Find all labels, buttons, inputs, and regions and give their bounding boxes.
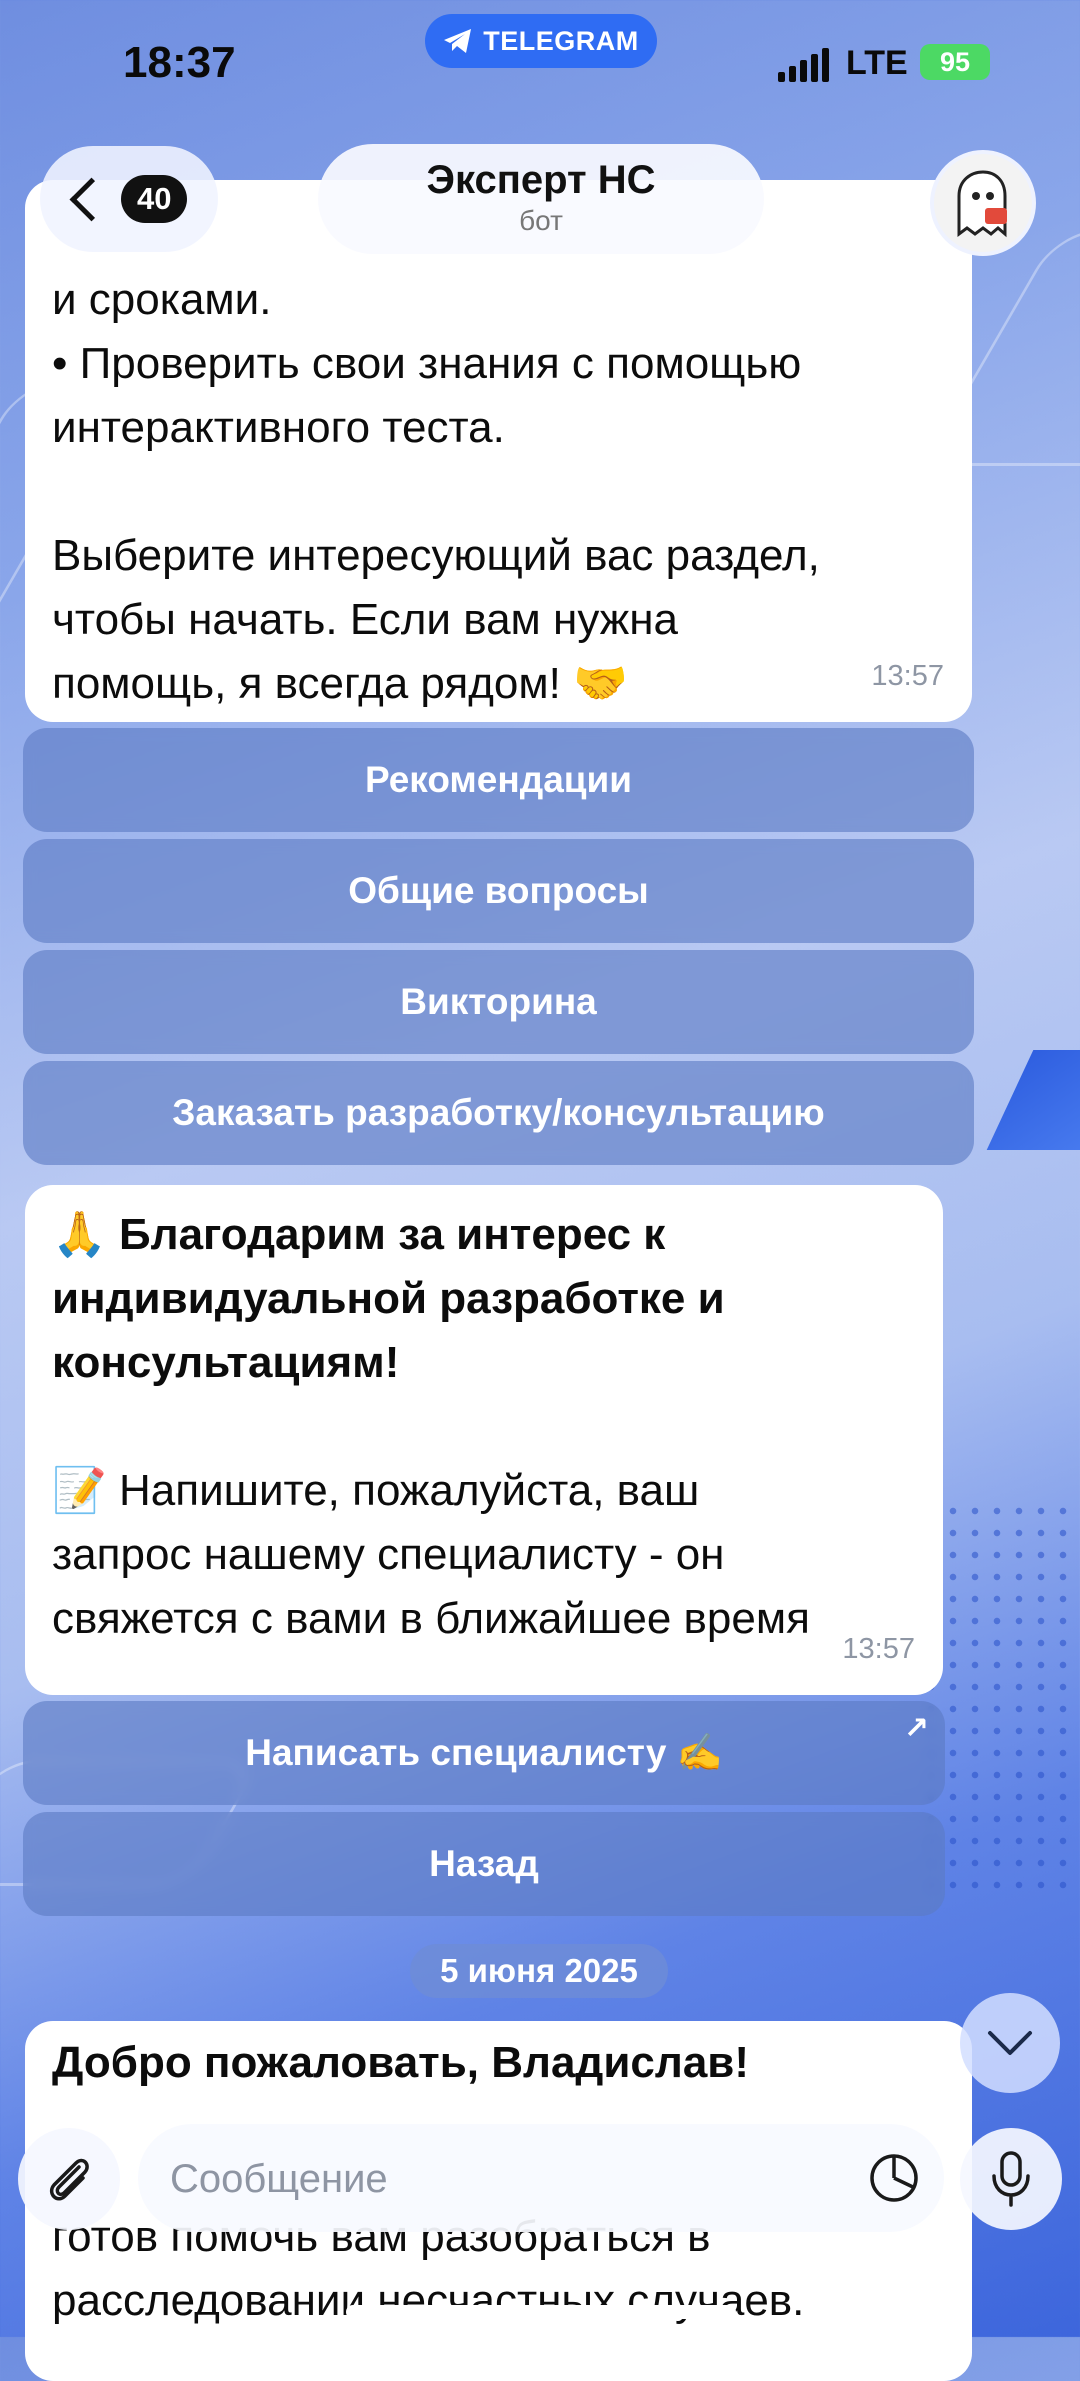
message-line: Выберите интересующий вас раздел, [52,531,820,580]
keyboard-button-back[interactable]: Назад [23,1812,945,1916]
paperclip-icon [49,2158,89,2201]
battery-indicator: 95 [920,44,990,80]
attach-button[interactable] [18,2128,120,2230]
message-line: интерактивного теста. [52,403,505,452]
message-line: помощь, я всегда рядом! 🤝 [52,659,628,708]
telegram-pill[interactable]: TELEGRAM [425,14,657,68]
unread-count-badge: 40 [121,175,188,223]
message-bubble: и сроками. • Проверить свои знания с пом… [25,180,972,722]
message-line [52,460,942,524]
message-line: и сроками. [52,275,272,324]
message-input-container [138,2124,944,2232]
message-title: Добро пожаловать, Владислав! [52,2038,749,2087]
bot-avatar[interactable] [930,150,1036,256]
sticker-icon[interactable] [866,2150,922,2206]
network-type: LTE [846,44,908,82]
message-line: индивидуальной разработке и [52,1274,725,1323]
message-input[interactable] [168,2148,832,2210]
message-line: • Проверить свои знания с помощью [52,339,802,388]
back-button[interactable]: 40 [40,146,218,252]
battery-level: 95 [939,46,971,77]
telegram-label: TELEGRAM [483,25,639,56]
message-time: 13:57 [842,1633,915,1665]
signal-icon [778,48,829,82]
home-indicator[interactable] [346,2305,736,2319]
chevron-down-icon [988,2031,1032,2055]
telegram-icon [444,29,472,53]
wallpaper-shape [986,1050,1080,1150]
keyboard-button-write-specialist[interactable]: Написать специалисту ✍️ ↗ [23,1701,945,1805]
message-time: 13:57 [871,660,944,692]
keyboard-button-recommendations[interactable]: Рекомендации [23,728,974,832]
chat-name: Эксперт НС [426,158,656,202]
keyboard-button-order-development[interactable]: Заказать разработку/консультацию [23,1061,974,1165]
microphone-icon [992,2151,1030,2207]
chat-title[interactable]: Эксперт НС бот [318,144,764,254]
message-line: 🙏 Благодарим за интерес к [52,1210,666,1259]
message-line: консультациям! [52,1338,400,1387]
chat-subtitle: бот [519,205,563,236]
ghost-avatar-icon [957,170,1007,238]
message-line: свяжется с вами в ближайшее время [52,1594,810,1643]
button-label: Написать специалисту ✍️ [245,1731,723,1773]
status-time: 18:37 [123,38,236,87]
message-line: 📝 Напишите, пожалуйста, ваш [52,1466,700,1515]
scroll-down-button[interactable] [960,1993,1060,2093]
message-spacer [52,1395,913,1459]
external-link-icon: ↗ [903,1712,929,1745]
message-line: расследовании несчастных случаев. [52,2276,805,2325]
message-bubble: 🙏 Благодарим за интерес к индивидуальной… [25,1185,943,1695]
status-bar: 18:37 TELEGRAM LTE 95 [0,0,1080,130]
date-separator: 5 июня 2025 [410,1944,668,1998]
keyboard-button-general-questions[interactable]: Общие вопросы [23,839,974,943]
message-line: запрос нашему специалисту - он [52,1530,725,1579]
chevron-left-icon [69,177,114,221]
message-line: чтобы начать. Если вам нужна [52,595,679,644]
microphone-button[interactable] [960,2128,1062,2230]
keyboard-button-quiz[interactable]: Викторина [23,950,974,1054]
